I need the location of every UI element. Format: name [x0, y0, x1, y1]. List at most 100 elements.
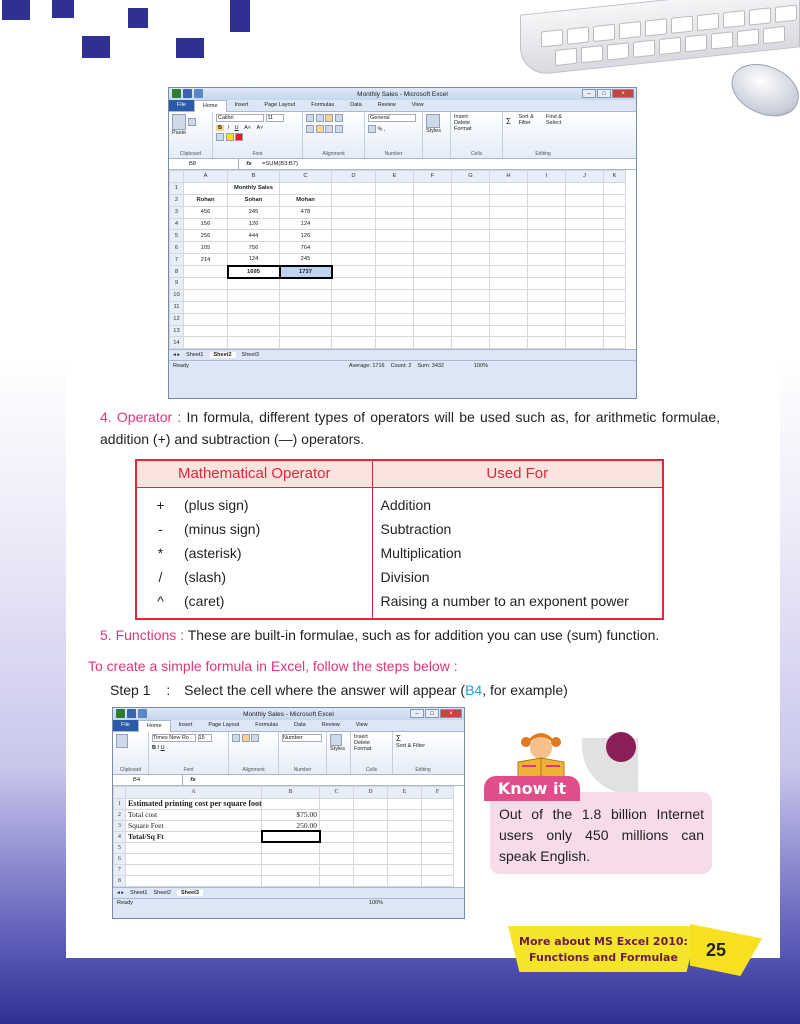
sheet-cell[interactable]: Square Feet — [125, 819, 262, 832]
sheet-cell[interactable] — [565, 217, 604, 231]
sheet-cell[interactable] — [279, 312, 332, 326]
sheet-cell[interactable] — [387, 830, 422, 843]
align-center-icon[interactable] — [241, 734, 250, 742]
sheet-cell[interactable] — [489, 241, 528, 255]
sheet-tab-3[interactable]: Sheet3 — [242, 352, 259, 358]
sheet-cell[interactable]: Total cost — [125, 808, 262, 821]
sheet-cell[interactable] — [125, 863, 262, 876]
sheet-cell[interactable] — [489, 253, 528, 267]
sheet-cell[interactable]: 124 — [227, 253, 280, 267]
tab-review[interactable]: Review — [314, 720, 348, 731]
sheet-cell[interactable] — [375, 193, 414, 207]
column-header[interactable] — [113, 786, 126, 799]
sheet-cell[interactable] — [331, 312, 376, 326]
sheet-cell[interactable] — [603, 312, 626, 326]
underline-button[interactable]: U — [233, 125, 241, 131]
percent-button[interactable]: % — [378, 126, 383, 132]
row-header[interactable]: 13 — [169, 324, 184, 338]
align-middle-icon[interactable] — [315, 114, 324, 122]
sheet-cell[interactable] — [413, 217, 452, 231]
column-header[interactable]: D — [353, 786, 388, 799]
sheet-cell[interactable] — [279, 277, 332, 290]
sheet-cell[interactable] — [451, 288, 490, 302]
sheet-cell[interactable] — [421, 863, 454, 876]
sheet-cell[interactable] — [413, 265, 452, 279]
sheet-cell[interactable] — [387, 852, 422, 865]
sheet-cell[interactable] — [489, 229, 528, 243]
sheet-cell[interactable] — [603, 265, 626, 279]
sheet-cell[interactable] — [227, 300, 280, 314]
sheet-cell[interactable] — [489, 217, 528, 231]
sheet-cell[interactable] — [489, 205, 528, 219]
sheet-cell[interactable] — [227, 324, 280, 338]
row-header[interactable]: 4 — [113, 830, 126, 843]
sheet-nav-icon[interactable]: ◂ ▸ — [117, 890, 124, 896]
sheet-cell[interactable] — [375, 181, 414, 195]
save-icon[interactable] — [183, 89, 192, 98]
sheet-cell[interactable] — [331, 229, 376, 243]
sheet-cell[interactable] — [353, 819, 388, 832]
sheet-cell[interactable] — [565, 288, 604, 302]
sheet-cell[interactable] — [489, 312, 528, 326]
column-header[interactable]: B — [261, 786, 320, 799]
column-header[interactable]: I — [527, 170, 566, 183]
row-header[interactable]: 3 — [169, 205, 184, 219]
sheet-cell[interactable] — [527, 277, 566, 290]
sheet-cell[interactable] — [413, 277, 452, 290]
column-header[interactable]: F — [413, 170, 452, 183]
autosum-icon[interactable]: Σ — [506, 117, 511, 126]
sheet-cell[interactable] — [489, 300, 528, 314]
sheet-cell[interactable] — [527, 324, 566, 338]
sheet-cell[interactable] — [421, 808, 454, 821]
sheet-cell[interactable] — [603, 217, 626, 231]
sheet-cell[interactable] — [375, 312, 414, 326]
styles-label[interactable]: Styles — [330, 746, 347, 752]
tab-view[interactable]: View — [348, 720, 376, 731]
sheet-cell[interactable] — [319, 819, 354, 832]
sheet-cell[interactable] — [319, 797, 354, 810]
sheet-cell[interactable] — [331, 288, 376, 302]
tab-insert[interactable]: Insert — [227, 100, 257, 111]
sheet-cell[interactable] — [527, 193, 566, 207]
tab-view[interactable]: View — [404, 100, 432, 111]
sheet-cell[interactable]: 1695 — [226, 264, 281, 279]
sheet-cell[interactable] — [413, 229, 452, 243]
sheet-cell[interactable] — [353, 830, 388, 843]
sheet-cell[interactable] — [261, 797, 320, 810]
tab-formulas[interactable]: Formulas — [247, 720, 286, 731]
tab-page-layout[interactable]: Page Layout — [256, 100, 303, 111]
column-header[interactable]: B — [227, 170, 280, 183]
sheet-cell[interactable] — [260, 830, 321, 844]
sheet-cell[interactable] — [319, 830, 354, 843]
sheet-cell[interactable] — [565, 336, 604, 350]
sheet-cell[interactable] — [565, 253, 604, 267]
sheet-cell[interactable] — [375, 288, 414, 302]
sheet-cell[interactable]: 1737 — [278, 264, 333, 279]
row-header[interactable]: 1 — [169, 181, 184, 195]
font-size-select[interactable]: 11 — [265, 114, 284, 122]
sheet-cell[interactable] — [183, 265, 228, 279]
sheet-cell[interactable] — [413, 336, 452, 350]
sheet-cell[interactable] — [565, 277, 604, 290]
sheet-cell[interactable] — [451, 193, 490, 207]
sheet-cell[interactable] — [603, 336, 626, 350]
row-header[interactable]: 2 — [113, 808, 126, 821]
name-box[interactable]: B4 — [113, 775, 183, 785]
sheet-cell[interactable] — [413, 300, 452, 314]
format-cells-button[interactable]: Format — [454, 126, 499, 132]
sheet-cell[interactable] — [527, 217, 566, 231]
sheet-cell[interactable] — [489, 193, 528, 207]
sheet-cell[interactable] — [527, 300, 566, 314]
sheet-cell[interactable] — [261, 863, 320, 876]
sort-filter-button[interactable]: Sort & Filter — [518, 114, 544, 126]
sheet-cell[interactable] — [331, 193, 376, 207]
sheet-tab-2[interactable]: Sheet2 — [154, 890, 171, 896]
bold-button[interactable]: B — [216, 125, 224, 131]
column-header[interactable] — [169, 170, 184, 183]
sheet-cell[interactable] — [421, 797, 454, 810]
sheet-cell[interactable] — [319, 874, 354, 887]
sheet-nav-icon[interactable]: ◂ ▸ — [173, 352, 180, 358]
sheet-cell[interactable] — [603, 324, 626, 338]
sheet-cell[interactable] — [565, 312, 604, 326]
sheet-tab-2[interactable]: Sheet2 — [209, 352, 236, 359]
